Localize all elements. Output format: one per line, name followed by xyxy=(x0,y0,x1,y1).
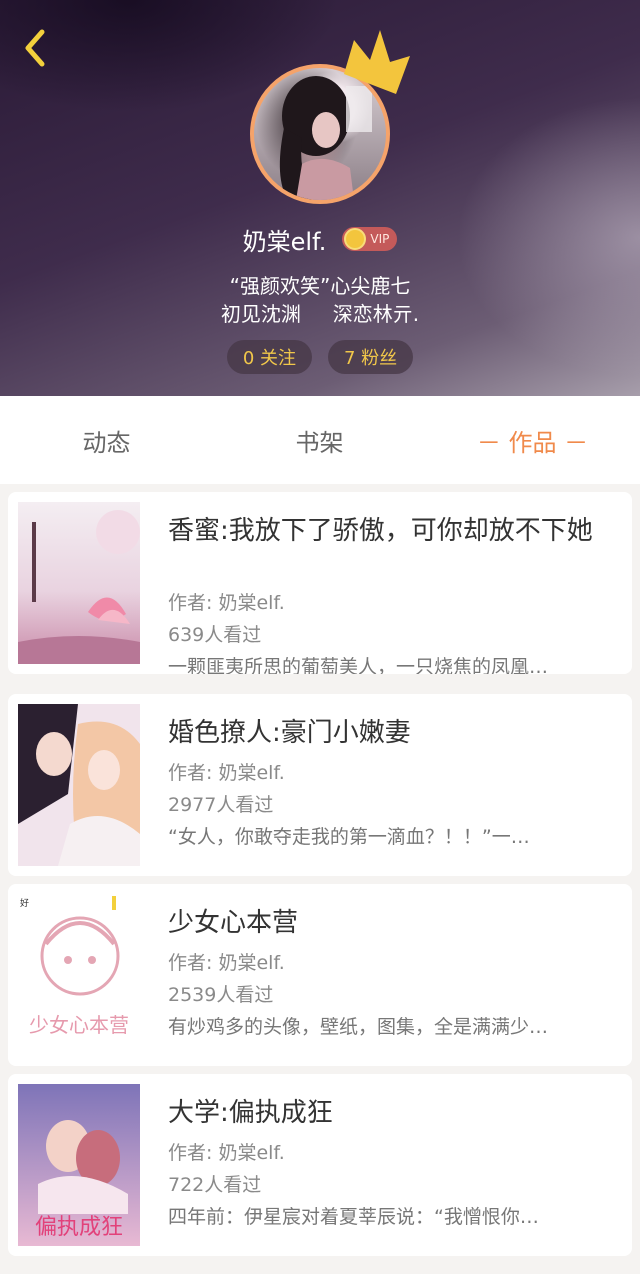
followers-button[interactable]: 7 粉丝 xyxy=(328,340,414,374)
cover-small-text: 好 xyxy=(20,897,29,909)
book-title[interactable]: 少女心本营 xyxy=(168,906,608,940)
back-button[interactable] xyxy=(14,24,58,68)
list-item[interactable]: 香蜜:我放下了骄傲，可你却放不下她 作者: 奶棠elf. 639人看过 一颗匪夷… xyxy=(8,492,632,674)
stats-row: 0 关注 7 粉丝 xyxy=(0,340,640,374)
book-description: “女人，你敢夺走我的第一滴血？！！”一… xyxy=(168,826,530,848)
book-views: 2977人看过 xyxy=(168,794,274,816)
list-item[interactable]: 婚色撩人:豪门小嫩妻 作者: 奶棠elf. 2977人看过 “女人，你敢夺走我的… xyxy=(8,694,632,876)
book-title[interactable]: 大学:偏执成狂 xyxy=(168,1096,608,1130)
username: 奶棠elf. xyxy=(242,227,327,256)
vip-badge[interactable]: VIP xyxy=(342,227,398,251)
book-author: 作者: 奶棠elf. xyxy=(168,1142,285,1164)
book-views: 722人看过 xyxy=(168,1174,262,1196)
crown-icon xyxy=(344,30,410,94)
list-item[interactable]: 偏执成狂 大学:偏执成狂 作者: 奶棠elf. 722人看过 四年前：伊星宸对着… xyxy=(8,1074,632,1256)
tab-bar: 动态 书架 － 作品 － xyxy=(0,396,640,484)
chevron-left-icon xyxy=(25,29,45,67)
book-views: 2539人看过 xyxy=(168,984,274,1006)
book-author: 作者: 奶棠elf. xyxy=(168,952,285,974)
book-cover xyxy=(18,704,140,866)
tab-bookshelf[interactable]: 书架 xyxy=(213,423,426,458)
book-cover: 好 少女心本营 xyxy=(18,894,140,1056)
book-title[interactable]: 婚色撩人:豪门小嫩妻 xyxy=(168,716,608,750)
username-row: 奶棠elf. VIP xyxy=(0,222,640,256)
book-description: 四年前：伊星宸对着夏莘辰说：“我憎恨你… xyxy=(168,1206,539,1228)
vip-label: VIP xyxy=(370,232,390,246)
book-title[interactable]: 香蜜:我放下了骄傲，可你却放不下她 xyxy=(168,514,608,548)
book-author: 作者: 奶棠elf. xyxy=(168,592,285,614)
book-views: 639人看过 xyxy=(168,624,262,646)
vip-crown-coin-icon xyxy=(344,228,367,250)
profile-header: 奶棠elf. VIP “强颜欢笑”心尖鹿七 初见沈渊 深恋林亓. 0 关注 7 … xyxy=(0,0,640,396)
bio-line-2: 初见沈渊 深恋林亓. xyxy=(220,302,420,326)
book-cover: 偏执成狂 xyxy=(18,1084,140,1246)
tab-activity[interactable]: 动态 xyxy=(0,423,213,458)
book-description: 有炒鸡多的头像，壁纸，图集，全是满满少… xyxy=(168,1016,549,1038)
book-author: 作者: 奶棠elf. xyxy=(168,762,285,784)
list-item[interactable]: 好 少女心本营 少女心本营 作者: 奶棠elf. 2539人看过 有炒鸡多的头像… xyxy=(8,884,632,1066)
following-button[interactable]: 0 关注 xyxy=(226,340,312,374)
book-description: 一颗匪夷所思的葡萄美人，一只烧焦的凤凰… xyxy=(168,656,549,674)
book-cover xyxy=(18,502,140,664)
tab-works[interactable]: － 作品 － xyxy=(426,423,639,458)
cover-title-text: 少女心本营 xyxy=(29,1013,129,1037)
cover-title-text: 偏执成狂 xyxy=(35,1215,123,1240)
bio-line-1: “强颜欢笑”心尖鹿七 xyxy=(229,274,411,298)
